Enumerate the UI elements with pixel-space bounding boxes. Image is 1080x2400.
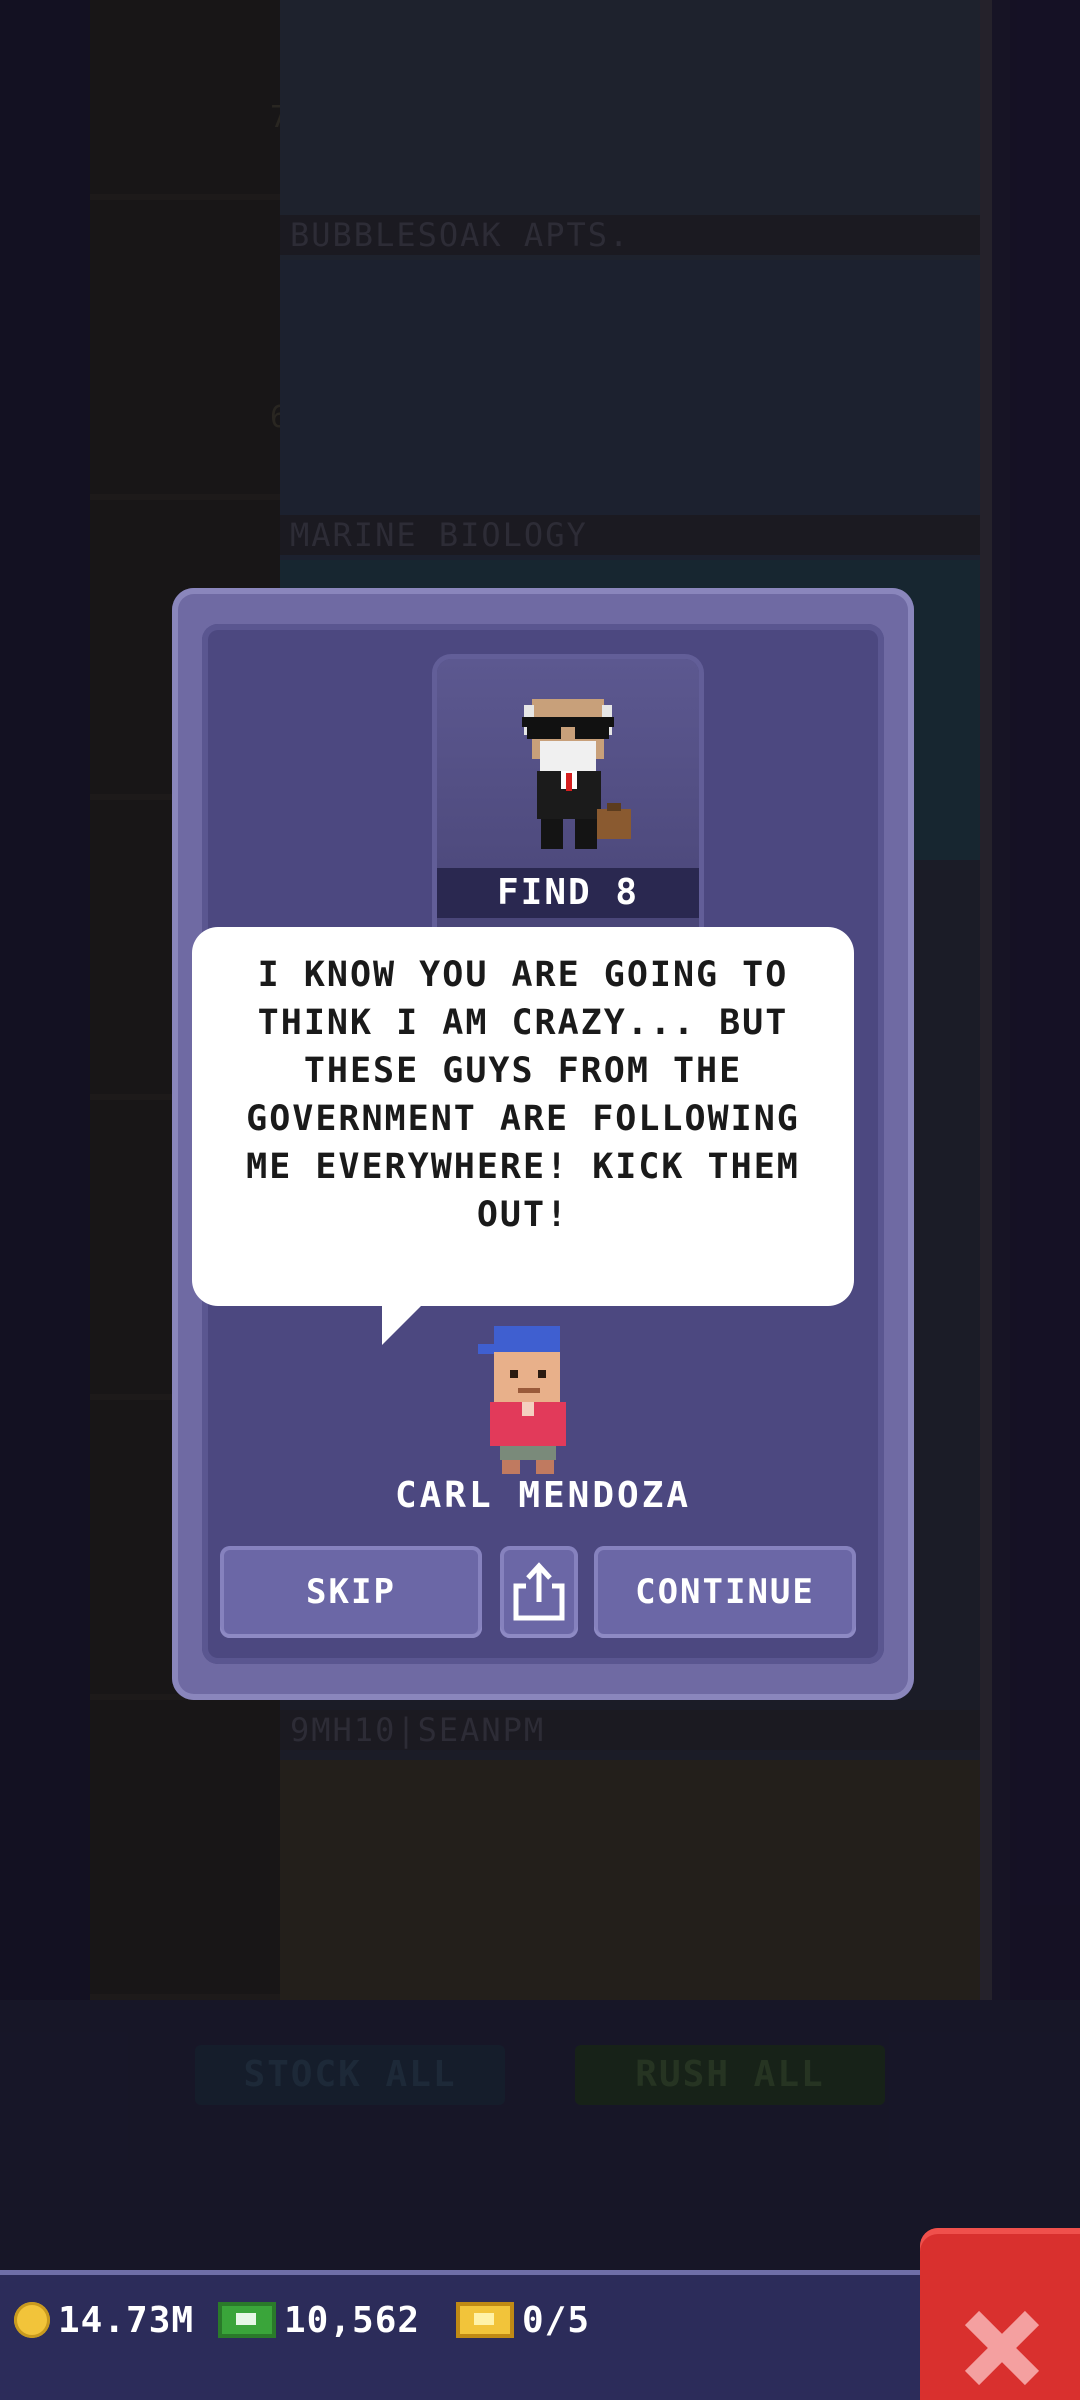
speech-message: I KNOW YOU ARE GOING TO THINK I AM CRAZY…: [246, 955, 800, 1235]
coins-value: 14.73M: [58, 2299, 195, 2341]
coin-icon: [14, 2302, 50, 2338]
tickets-counter[interactable]: 0/5: [456, 2295, 590, 2345]
bux-value: 10,562: [284, 2299, 421, 2341]
bux-icon: [218, 2302, 276, 2338]
coins-counter: 14.73M: [14, 2295, 194, 2345]
share-icon: [513, 1562, 565, 1621]
speech-bubble-tail: [382, 1303, 424, 1345]
tickets-value: 0/5: [522, 2299, 591, 2341]
speech-bubble: I KNOW YOU ARE GOING TO THINK I AM CRAZY…: [192, 927, 854, 1306]
ticket-icon: [456, 2302, 514, 2338]
speaker-avatar-icon: [478, 1326, 566, 1474]
speaker-name: CARL MENDOZA: [394, 1475, 692, 1516]
find-count-label: FIND 8: [437, 868, 699, 918]
close-button[interactable]: [920, 2228, 1080, 2400]
continue-button[interactable]: CONTINUE: [594, 1546, 856, 1638]
vip-portrait-icon: [522, 699, 631, 849]
close-icon: [964, 2310, 1040, 2386]
share-button[interactable]: [500, 1546, 578, 1638]
bux-counter[interactable]: 10,562: [218, 2295, 420, 2345]
skip-button[interactable]: SKIP: [220, 1546, 482, 1638]
